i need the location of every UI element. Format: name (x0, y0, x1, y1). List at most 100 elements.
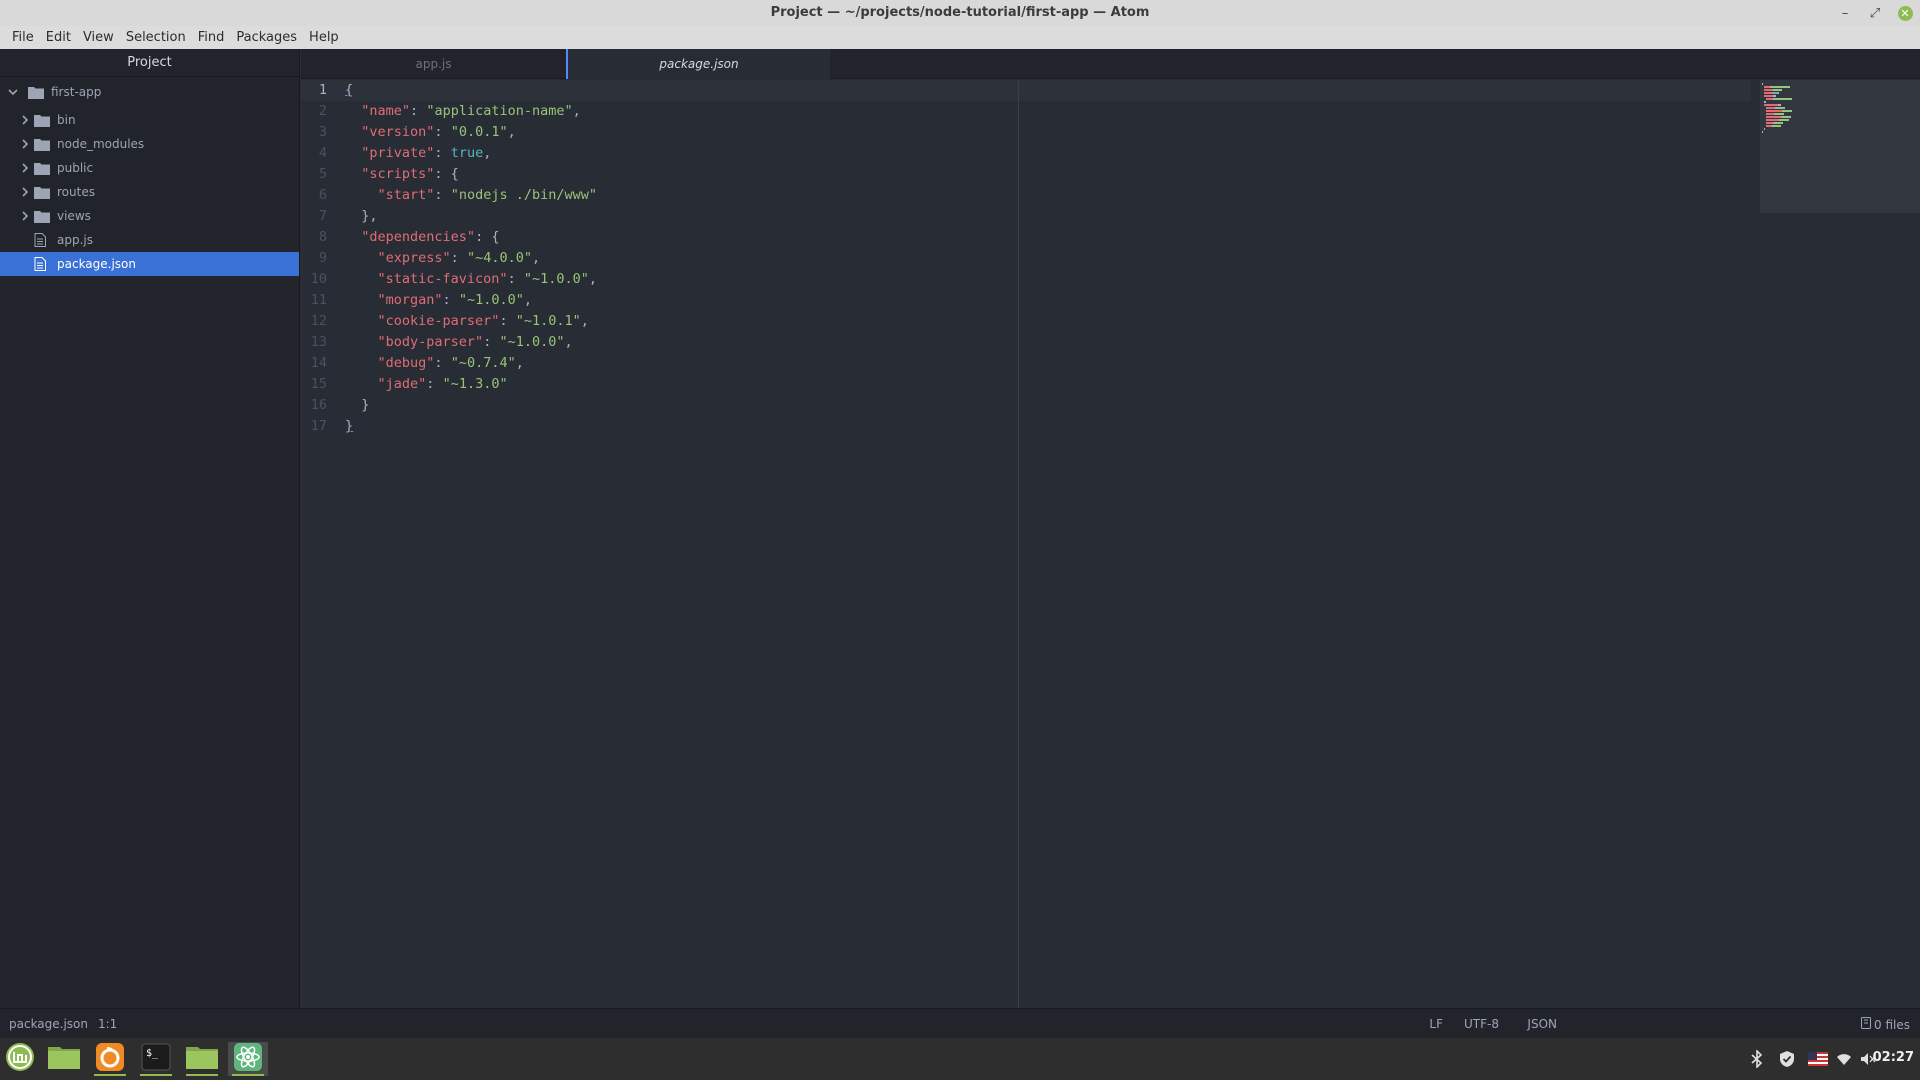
shield-icon[interactable] (1774, 1038, 1800, 1080)
wifi-icon[interactable] (1832, 1038, 1856, 1080)
taskbar-terminal-button[interactable]: $_ (136, 1042, 176, 1076)
code-token: : (499, 313, 516, 329)
code-line[interactable]: 5 "scripts": { (301, 164, 1751, 185)
menu-view[interactable]: View (77, 26, 120, 49)
text-editor[interactable]: 1{2 "name": "application-name", 3 "versio… (301, 80, 1920, 1008)
code-line[interactable]: 10 "static-favicon": "~1.0.0", (301, 269, 1751, 290)
code-token: "~1.0.0" (499, 334, 565, 350)
code-token: , (531, 250, 541, 266)
code-line[interactable]: 4 "private": true, (301, 143, 1751, 164)
code-token: "~1.0.0" (523, 271, 589, 287)
tree-item-views[interactable]: views (0, 204, 299, 228)
code-lines[interactable]: 1{2 "name": "application-name", 3 "versio… (301, 80, 1751, 437)
code-token: "~1.3.0" (442, 376, 508, 392)
code-token: "express" (377, 250, 451, 266)
code-text: } (345, 395, 369, 416)
chevron-right-icon[interactable] (19, 210, 31, 222)
menu-packages[interactable]: Packages (230, 26, 303, 49)
code-line[interactable]: 3 "version": "0.0.1", (301, 122, 1751, 143)
menu-file[interactable]: File (6, 26, 40, 49)
minimap-token (1774, 89, 1781, 91)
code-line[interactable]: 9 "express": "~4.0.0", (301, 248, 1751, 269)
chevron-right-icon[interactable] (19, 162, 31, 174)
tree-item-routes[interactable]: routes (0, 180, 299, 204)
code-text: "dependencies": { (345, 227, 499, 248)
code-token: , (515, 355, 524, 371)
status-grammar[interactable]: JSON (1527, 1017, 1557, 1031)
code-text: "cookie-parser": "~1.0.1", (345, 311, 589, 332)
tab-package-json[interactable]: package.json (566, 49, 830, 79)
code-line[interactable]: 2 "name": "application-name", (301, 101, 1751, 122)
menu-find[interactable]: Find (192, 26, 231, 49)
code-line[interactable]: 13 "body-parser": "~1.0.0", (301, 332, 1751, 353)
minimap-token (1762, 83, 1763, 85)
running-indicator (186, 1074, 218, 1076)
taskbar-files-button-2[interactable] (182, 1042, 222, 1076)
line-number: 10 (310, 271, 327, 287)
code-line[interactable]: 17} (301, 416, 1751, 437)
status-cursor-position[interactable]: 1:1 (98, 1017, 117, 1031)
minimap[interactable] (1760, 80, 1920, 213)
minimap-token (1766, 110, 1782, 112)
tree-item-app-js[interactable]: app.js (0, 228, 299, 252)
menu-edit[interactable]: Edit (40, 26, 77, 49)
atom-icon (233, 1042, 263, 1076)
file-text-icon (34, 233, 50, 247)
minimap-token (1774, 122, 1782, 124)
taskbar-atom-button[interactable] (228, 1042, 268, 1076)
status-encoding[interactable]: UTF-8 (1464, 1017, 1499, 1031)
tree-item-package-json[interactable]: package.json (0, 252, 299, 276)
code-line[interactable]: 1{ (301, 80, 1751, 101)
minimap-token (1764, 95, 1773, 97)
code-line[interactable]: 6 "start": "nodejs ./bin/www" (301, 185, 1751, 206)
tree-item-label: routes (57, 185, 95, 199)
chevron-down-icon[interactable] (7, 86, 19, 98)
status-git[interactable]: 0 files (1861, 1017, 1910, 1032)
menu-help[interactable]: Help (303, 26, 345, 49)
status-line-ending[interactable]: LF (1429, 1017, 1443, 1031)
code-token: "scripts" (361, 166, 435, 182)
code-token: , (507, 124, 516, 140)
folder-icon (186, 1045, 218, 1073)
code-token: : (442, 292, 459, 308)
mint-menu-button[interactable] (0, 1042, 40, 1076)
wrap-guide (1018, 80, 1019, 1008)
code-line[interactable]: 15 "jade": "~1.3.0" (301, 374, 1751, 395)
chevron-right-icon[interactable] (19, 186, 31, 198)
code-line[interactable]: 12 "cookie-parser": "~1.0.1", (301, 311, 1751, 332)
minimap-token (1764, 89, 1773, 91)
close-button[interactable]: ✕ (1896, 4, 1914, 22)
tree-item-public[interactable]: public (0, 156, 299, 180)
chevron-right-icon[interactable] (19, 138, 31, 150)
code-text: "private": true, (345, 143, 491, 164)
taskbar-files-button[interactable] (44, 1042, 84, 1076)
tree-item-node-modules[interactable]: node_modules (0, 132, 299, 156)
line-number: 11 (310, 292, 327, 308)
maximize-button[interactable]: ⤢ (1866, 4, 1884, 22)
code-text: "scripts": { (345, 164, 459, 185)
tree-item-label: package.json (57, 257, 137, 271)
tree-item-label: bin (57, 113, 76, 127)
minimize-button[interactable]: – (1836, 4, 1854, 22)
code-line[interactable]: 16 } (301, 395, 1751, 416)
chevron-right-icon[interactable] (19, 114, 31, 126)
code-token: "cookie-parser" (377, 313, 500, 329)
keyboard-layout-flag-icon[interactable] (1804, 1038, 1832, 1080)
code-line[interactable]: 11 "morgan": "~1.0.0", (301, 290, 1751, 311)
code-line[interactable]: 7 }, (301, 206, 1751, 227)
tree-view-header[interactable]: Project (0, 49, 299, 77)
code-token: , (564, 334, 573, 350)
bluetooth-icon[interactable] (1744, 1038, 1770, 1080)
taskbar-firefox-button[interactable] (90, 1042, 130, 1076)
menu-selection[interactable]: Selection (120, 26, 192, 49)
tree-item-bin[interactable]: bin (0, 108, 299, 132)
tab-app-js[interactable]: app.js (301, 49, 566, 79)
tree-item-label: public (57, 161, 94, 175)
status-file-path[interactable]: package.json (9, 1017, 88, 1031)
code-line[interactable]: 14 "debug": "~0.7.4", (301, 353, 1751, 374)
tree-root-folder[interactable]: first-app (0, 80, 299, 104)
clock[interactable]: 02:27 (1873, 1050, 1914, 1065)
code-line[interactable]: 8 "dependencies": { (301, 227, 1751, 248)
